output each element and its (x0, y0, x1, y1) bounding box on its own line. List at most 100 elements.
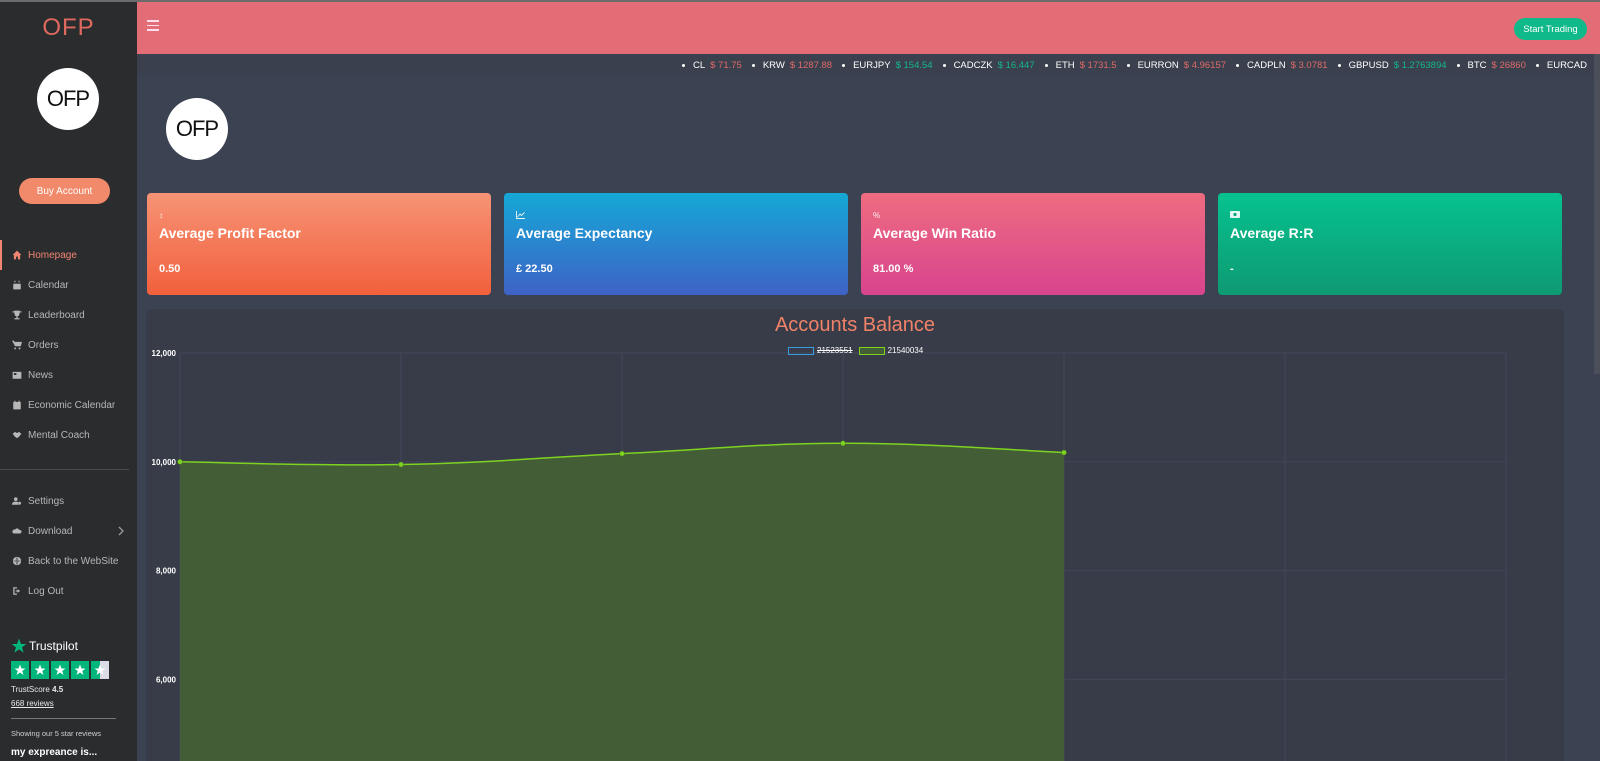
sidebar-item-label: Economic Calendar (28, 399, 116, 411)
ticker-symbol: CADPLN (1247, 60, 1286, 71)
sidebar-item-label: Download (28, 525, 73, 537)
line-chart-icon (516, 211, 836, 221)
sidebar-item-log-out[interactable]: Log Out (0, 576, 137, 606)
chart-title: Accounts Balance (774, 314, 936, 336)
star-icon (31, 661, 49, 679)
globe-icon (11, 555, 23, 567)
trustpilot-star-icon (11, 638, 27, 653)
sort-arrows-icon: ↕ (159, 211, 163, 220)
sidebar-item-news[interactable]: News (0, 360, 137, 390)
calendar-icon (11, 399, 23, 411)
sidebar-item-label: Calendar (28, 279, 69, 291)
bullet-icon (681, 64, 685, 67)
stat-card-profit-factor: ↕ Average Profit Factor 0.50 (147, 193, 491, 295)
trophy-icon (11, 309, 23, 321)
sidebar-item-leaderboard[interactable]: Leaderboard (0, 300, 137, 330)
bullet-icon (1535, 64, 1539, 67)
ticker-price: $ 1731.5 (1079, 60, 1117, 71)
cart-icon (11, 339, 23, 351)
sidebar-item-settings[interactable]: Settings (0, 486, 137, 516)
ticker-symbol: EURJPY (853, 60, 891, 71)
trustpilot-review-title[interactable]: my expreance is... (11, 747, 121, 758)
calendar-icon (11, 279, 23, 291)
sidebar-item-economic-calendar[interactable]: Economic Calendar (0, 390, 137, 420)
y-tick-label: 12,000 (152, 349, 177, 358)
ticker-symbol: EURRON (1137, 60, 1179, 71)
trustpilot-divider (11, 718, 116, 719)
ticker-price: $ 1.2763894 (1393, 60, 1447, 71)
ticker-item: CADPLN $ 3.0781 (1236, 60, 1328, 71)
stat-card-value: £ 22.50 (516, 263, 553, 275)
price-ticker: CL $ 71.75 KRW $ 1287.88 EURJPY $ 154.54 CADCZ… (137, 54, 1600, 76)
sidebar-item-orders[interactable]: Orders (0, 330, 137, 360)
trustpilot-reviews-link[interactable]: 668 reviews (11, 699, 121, 708)
ticker-symbol: KRW (762, 60, 785, 71)
ticker-price: $ 154.54 (895, 60, 933, 71)
data-point (398, 461, 404, 468)
page-scrollbar[interactable] (1594, 54, 1600, 374)
ticker-item: EURRON $ 4.96157 (1126, 60, 1227, 71)
sidebar-item-mental-coach[interactable]: Mental Coach (0, 420, 137, 450)
home-icon (11, 249, 23, 261)
data-point (1061, 449, 1067, 456)
cloud-download-icon (11, 525, 23, 537)
newspaper-icon (11, 369, 23, 381)
buy-account-button[interactable]: Buy Account (19, 178, 110, 204)
sidebar-item-calendar[interactable]: Calendar (0, 270, 137, 300)
ticker-item: CADCZK $ 16.447 (942, 60, 1035, 71)
stat-card-expectancy: Average Expectancy £ 22.50 (504, 193, 848, 295)
trustscore: TrustScore 4.5 (11, 685, 121, 694)
y-tick-label: 6,000 (156, 675, 177, 684)
stat-card-value: 81.00 % (873, 263, 914, 275)
sidebar-item-download[interactable]: Download (0, 516, 137, 546)
bullet-icon (1126, 64, 1130, 67)
sidebar-nav: Homepage Calendar Leaderboard Orders New… (0, 240, 137, 450)
stat-card-title: Average Profit Factor (159, 225, 301, 241)
chevron-right-icon (118, 526, 124, 536)
star-icon (71, 661, 89, 679)
brand-logo-text[interactable]: OFP (0, 14, 137, 42)
legend-item-21523551[interactable]: 21523551 (788, 346, 853, 355)
half-star-icon (91, 661, 109, 679)
bullet-icon (842, 64, 846, 67)
trustpilot-rating-stars (11, 661, 121, 679)
ticker-price: $ 1287.88 (789, 60, 833, 71)
ticker-item: KRW $ 1287.88 (751, 60, 833, 71)
bullet-icon (942, 64, 946, 67)
stat-card-title: Average R:R (1230, 225, 1314, 241)
trustpilot-showing-text: Showing our 5 star reviews (11, 729, 102, 738)
data-point (619, 450, 625, 457)
ticker-symbol: CL (692, 60, 706, 71)
hamburger-menu-icon[interactable] (147, 20, 159, 32)
y-tick-label: 10,000 (152, 458, 177, 467)
percent-icon: % (873, 211, 881, 220)
y-tick-label: 8,000 (156, 567, 177, 576)
ticker-symbol: BTC (1467, 60, 1487, 71)
star-icon (51, 661, 69, 679)
sidebar-item-back-to-website[interactable]: Back to the WebSite (0, 546, 137, 576)
legend-item-21540034[interactable]: 21540034 (858, 346, 923, 355)
accounts-balance-chart: 12,000 10,000 8,000 6,000 Accounts Balance … (146, 309, 1564, 761)
ticker-price: $ 4.96157 (1183, 60, 1227, 71)
data-point (840, 440, 846, 447)
start-trading-button[interactable]: Start Trading (1514, 18, 1587, 40)
ticker-item: EURCAD (1535, 60, 1592, 71)
bullet-icon (1236, 64, 1240, 67)
ticker-symbol: GBPUSD (1348, 60, 1389, 71)
stat-card-title: Average Expectancy (516, 225, 653, 241)
sidebar-item-label: Leaderboard (28, 309, 85, 321)
trustpilot-header: Trustpilot (11, 638, 121, 654)
ticker-symbol: ETH (1055, 60, 1075, 71)
handshake-icon (11, 429, 23, 441)
trustpilot-name: Trustpilot (29, 639, 78, 653)
trustscore-label: TrustScore (11, 685, 50, 694)
sidebar-item-label: Settings (28, 495, 65, 507)
sidebar: OFP OFP Buy Account Homepage Calendar Le… (0, 2, 137, 761)
stat-card-title: Average Win Ratio (873, 225, 997, 241)
ticker-item: ETH $ 1731.5 (1044, 60, 1117, 71)
sidebar-divider (0, 469, 129, 470)
app: OFP OFP Buy Account Homepage Calendar Le… (0, 0, 1600, 761)
trustpilot-widget[interactable]: Trustpilot TrustScore 4.5 668 reviews Sh… (11, 638, 121, 758)
bullet-icon (751, 64, 755, 67)
sidebar-item-homepage[interactable]: Homepage (0, 240, 137, 270)
